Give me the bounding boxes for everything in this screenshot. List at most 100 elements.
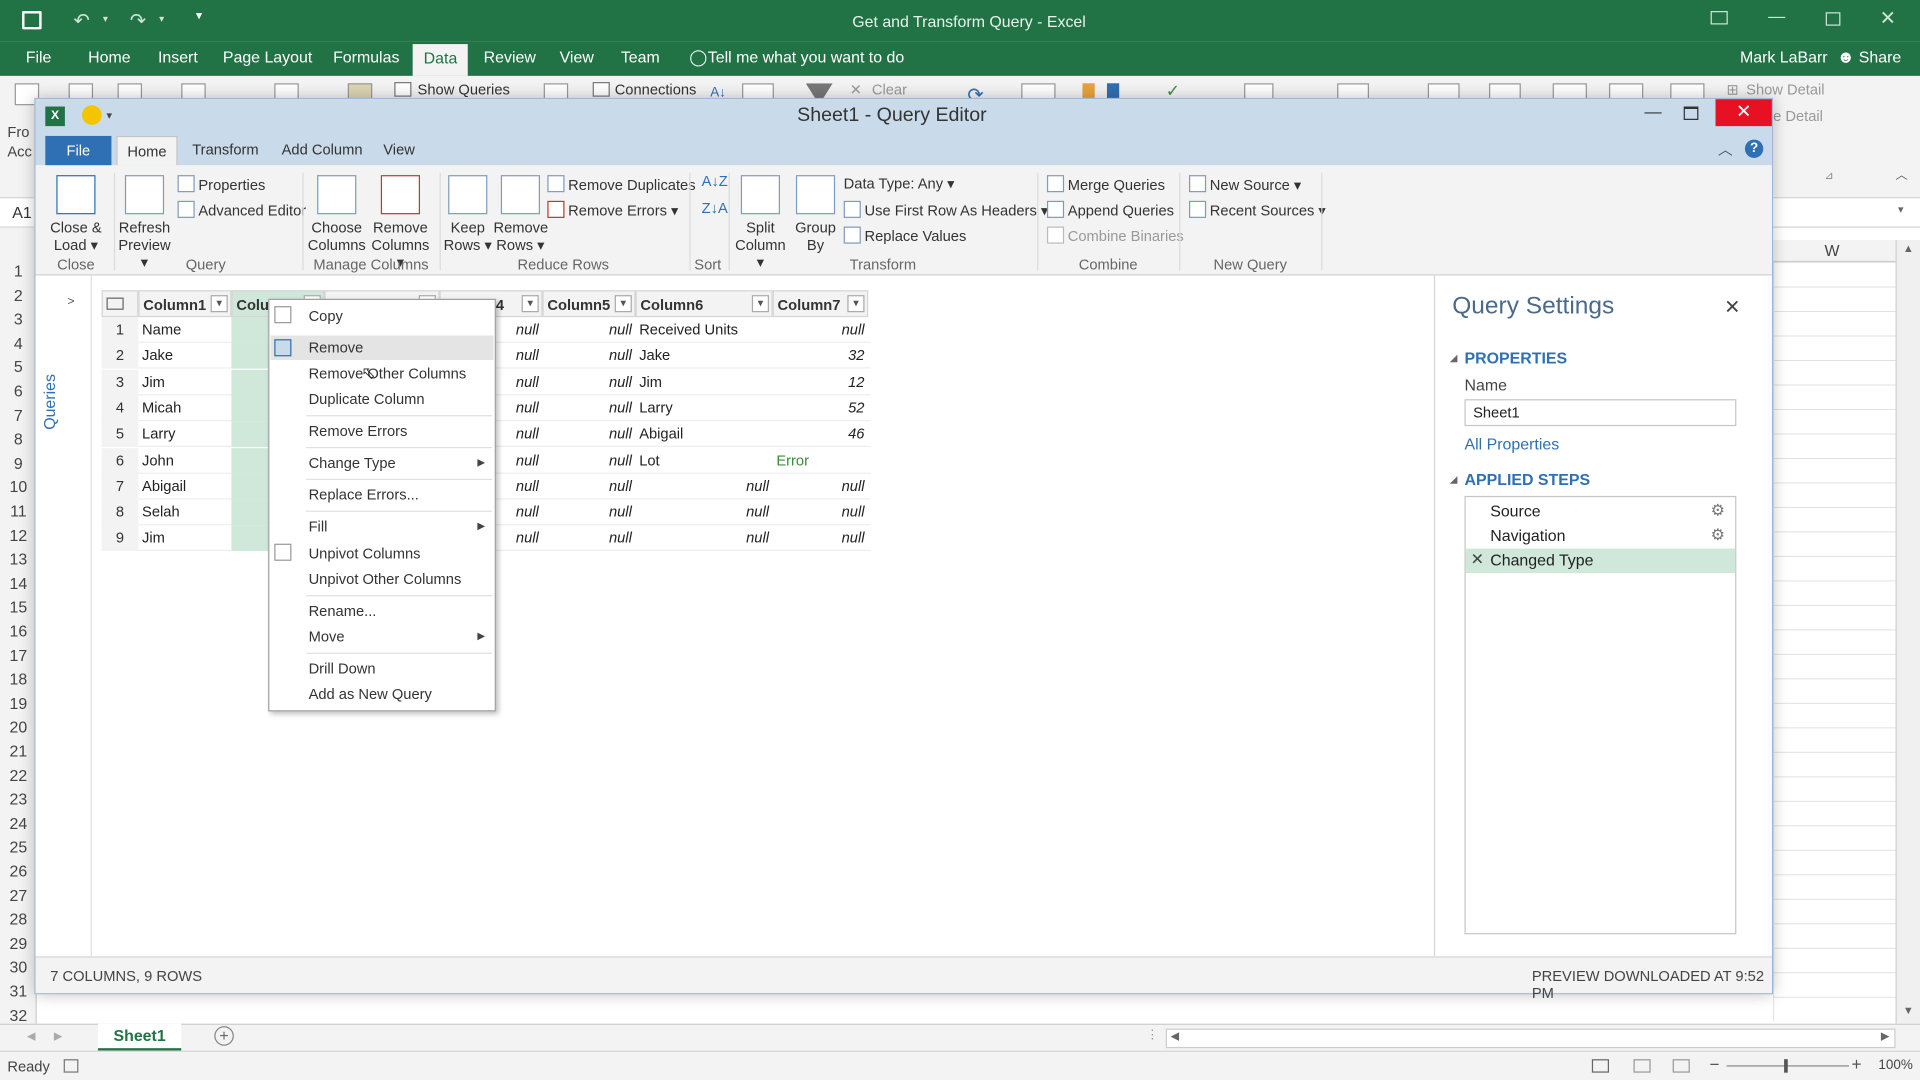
row-header[interactable]: 5 [0, 358, 37, 376]
tell-me-search[interactable]: Tell me what you want to do [708, 48, 904, 66]
tab-review[interactable]: Review [484, 48, 536, 66]
table-menu-button[interactable] [101, 290, 139, 318]
all-properties-link[interactable]: All Properties [1465, 435, 1560, 453]
cell-column1[interactable]: Jim [138, 369, 231, 395]
row-header[interactable]: 28 [0, 910, 37, 928]
step-changed-type-selected[interactable]: ✕ Changed Type [1465, 548, 1736, 574]
scroll-up-icon[interactable]: ▲ [1903, 242, 1914, 254]
row-header[interactable]: 22 [0, 766, 37, 784]
row-header[interactable]: 26 [0, 862, 37, 880]
maximize-icon[interactable] [1825, 12, 1841, 26]
row-header[interactable]: 24 [0, 814, 37, 832]
row-index[interactable]: 6 [101, 447, 139, 474]
tab-splitter-icon[interactable]: ⋮ [1146, 1029, 1158, 1042]
sheet-tab-sheet1[interactable]: Sheet1 [97, 1023, 182, 1051]
row-header[interactable]: 32 [0, 1006, 37, 1024]
clear-button[interactable]: Clear [872, 81, 907, 98]
collapse-steps-icon[interactable]: ◢ [1450, 474, 1458, 485]
page-break-view-icon[interactable] [1672, 1059, 1690, 1073]
qe-minimize-icon[interactable]: — [1645, 102, 1662, 122]
close-icon[interactable]: ✕ [1880, 6, 1896, 30]
customize-qat-icon[interactable]: ▾ [196, 10, 202, 23]
connections-button[interactable]: Connections [615, 81, 697, 98]
row-header[interactable]: 29 [0, 934, 37, 952]
gear-icon[interactable]: ⚙ [1711, 525, 1725, 545]
column1-filter-icon[interactable]: ▾ [210, 295, 228, 313]
show-detail-button[interactable]: Show Detail [1746, 81, 1824, 98]
menu-drill-down[interactable]: Drill Down [309, 660, 376, 677]
smile-feedback-icon[interactable] [82, 105, 102, 125]
sheet-next-icon[interactable]: ▶ [54, 1030, 62, 1043]
row-header[interactable]: 12 [0, 526, 37, 544]
show-queries-button[interactable]: Show Queries [418, 81, 510, 98]
delete-step-icon[interactable]: ✕ [1471, 550, 1484, 570]
qe-close-icon[interactable]: ✕ [1715, 99, 1772, 127]
row-index[interactable]: 5 [101, 421, 139, 448]
row-header[interactable]: 4 [0, 334, 37, 352]
column5-filter-icon[interactable]: ▾ [614, 295, 632, 313]
cell-column1[interactable]: Larry [138, 421, 231, 447]
dialog-launcher-icon[interactable]: ⊿ [1825, 169, 1834, 182]
row-index[interactable]: 4 [101, 395, 139, 422]
menu-remove-errors[interactable]: Remove Errors [309, 422, 408, 439]
close-settings-icon[interactable]: ✕ [1724, 295, 1740, 319]
tab-insert[interactable]: Insert [158, 48, 198, 66]
cell-column6[interactable]: Larry [636, 395, 773, 421]
cell-column6[interactable]: Abigail [636, 421, 773, 447]
tab-home[interactable]: Home [88, 48, 130, 66]
queries-label[interactable]: Queries [40, 374, 58, 430]
name-box[interactable]: A1 [12, 203, 31, 221]
recent-sources-button[interactable]: Recent Sources ▾ [1188, 200, 1326, 219]
cell-column1[interactable]: Jim [138, 526, 231, 552]
select-all-corner[interactable] [0, 227, 37, 241]
menu-copy[interactable]: Copy [309, 307, 343, 324]
cell-column5[interactable]: null [542, 474, 635, 500]
row-index[interactable]: 8 [101, 499, 139, 526]
collapse-qe-ribbon-icon[interactable]: ︿ [1718, 138, 1733, 159]
tab-formulas[interactable]: Formulas [333, 48, 399, 66]
menu-duplicate-column[interactable]: Duplicate Column [309, 391, 425, 408]
menu-replace-errors[interactable]: Replace Errors... [309, 486, 419, 503]
remove-duplicates-button[interactable]: Remove Duplicates [547, 175, 696, 193]
row-header[interactable]: 11 [0, 502, 37, 520]
column4-filter-icon[interactable]: ▾ [521, 295, 539, 313]
combine-binaries-button[interactable]: Combine Binaries [1046, 226, 1184, 245]
properties-button[interactable]: Properties [177, 175, 265, 193]
cell-column7[interactable]: 46 [773, 421, 869, 447]
column-header-column1[interactable]: Column1 ▾ [138, 290, 232, 318]
column6-filter-icon[interactable]: ▾ [751, 295, 769, 313]
cell-column1[interactable]: John [138, 448, 231, 474]
menu-change-type[interactable]: Change Type [309, 454, 396, 471]
step-navigation[interactable]: Navigation ⚙ [1466, 524, 1735, 548]
sheet-prev-icon[interactable]: ◀ [27, 1030, 35, 1043]
row-header[interactable]: 21 [0, 742, 37, 760]
collapse-properties-icon[interactable]: ◢ [1450, 353, 1458, 364]
cell-column6[interactable]: Lot [636, 448, 773, 474]
cell-column1[interactable]: Abigail [138, 474, 231, 500]
normal-view-icon[interactable] [1591, 1059, 1609, 1073]
use-first-row-button[interactable]: Use First Row As Headers ▾ [843, 200, 1048, 219]
replace-values-button[interactable]: Replace Values [843, 226, 966, 245]
cell-column1[interactable]: Name [138, 317, 231, 343]
cell-column1[interactable]: Micah [138, 395, 231, 421]
group-by-button[interactable]: Group By [790, 175, 841, 253]
column7-filter-icon[interactable]: ▾ [847, 295, 865, 313]
cell-column6[interactable]: Jake [636, 343, 773, 369]
cell-column7[interactable]: null [773, 500, 869, 526]
row-header[interactable]: 17 [0, 646, 37, 664]
redo-dropdown-icon[interactable]: ▾ [159, 13, 164, 24]
row-header[interactable]: 25 [0, 838, 37, 856]
cell-column5[interactable]: null [542, 395, 635, 421]
sort-ascending-icon[interactable]: A↓Z [702, 173, 728, 190]
column-header-w[interactable]: W [1773, 240, 1896, 263]
row-header[interactable]: 8 [0, 430, 37, 448]
cell-column6[interactable]: Jim [636, 369, 773, 395]
minimize-icon[interactable]: — [1768, 6, 1785, 26]
zoom-level[interactable]: 100% [1878, 1058, 1912, 1073]
flash-fill-icon[interactable] [1082, 83, 1095, 98]
cell-column6[interactable]: Received Units [636, 317, 773, 343]
row-index[interactable]: 3 [101, 369, 139, 396]
tab-page-layout[interactable]: Page Layout [223, 48, 312, 66]
row-header[interactable]: 1 [0, 262, 37, 280]
query-name-input[interactable]: Sheet1 [1464, 399, 1737, 427]
